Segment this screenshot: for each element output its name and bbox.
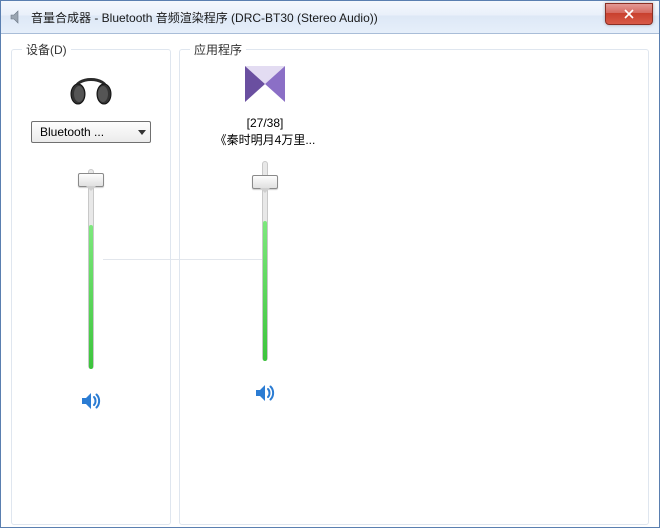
device-group-label: 设备(D) (22, 41, 71, 58)
device-slider-thumb[interactable] (78, 173, 104, 187)
app-label-line2: 《秦时明月4万里... (215, 132, 316, 149)
chevron-down-icon (138, 130, 146, 135)
device-slider-wrap (79, 169, 103, 416)
app-volume-slider[interactable] (254, 161, 276, 361)
body: 设备(D) Bluetooth ... (11, 41, 649, 517)
window-title: 音量合成器 - Bluetooth 音频渲染程序 (DRC-BT30 (Ster… (31, 9, 378, 26)
titlebar: 音量合成器 - Bluetooth 音频渲染程序 (DRC-BT30 (Ster… (1, 1, 659, 34)
device-mute-button[interactable] (79, 389, 103, 416)
device-dropdown-label: Bluetooth ... (40, 125, 104, 139)
device-level-meter (89, 225, 93, 369)
app-label-line1: [27/38] (215, 115, 316, 132)
apps-group: 应用程序 [27/38] 《秦时明月4万里... (179, 49, 649, 525)
app-slider-wrap (253, 161, 277, 408)
volume-mixer-window: 音量合成器 - Bluetooth 音频渲染程序 (DRC-BT30 (Ster… (0, 0, 660, 528)
apps-group-label: 应用程序 (190, 41, 246, 58)
app-column: [27/38] 《秦时明月4万里... (190, 58, 340, 408)
app-level-meter (263, 221, 267, 361)
app-mute-button[interactable] (253, 381, 277, 408)
app-label: [27/38] 《秦时明月4万里... (215, 115, 316, 149)
close-icon (624, 9, 634, 19)
app-kmplayer-icon[interactable] (243, 64, 287, 107)
device-group: 设备(D) Bluetooth ... (11, 49, 171, 525)
device-dropdown[interactable]: Bluetooth ... (31, 121, 151, 143)
headphones-icon[interactable] (67, 66, 115, 111)
device-column: Bluetooth ... (22, 58, 160, 416)
device-volume-slider[interactable] (80, 169, 102, 369)
app-slider-thumb[interactable] (252, 175, 278, 189)
close-button[interactable] (605, 3, 653, 25)
app-icon (9, 9, 25, 25)
